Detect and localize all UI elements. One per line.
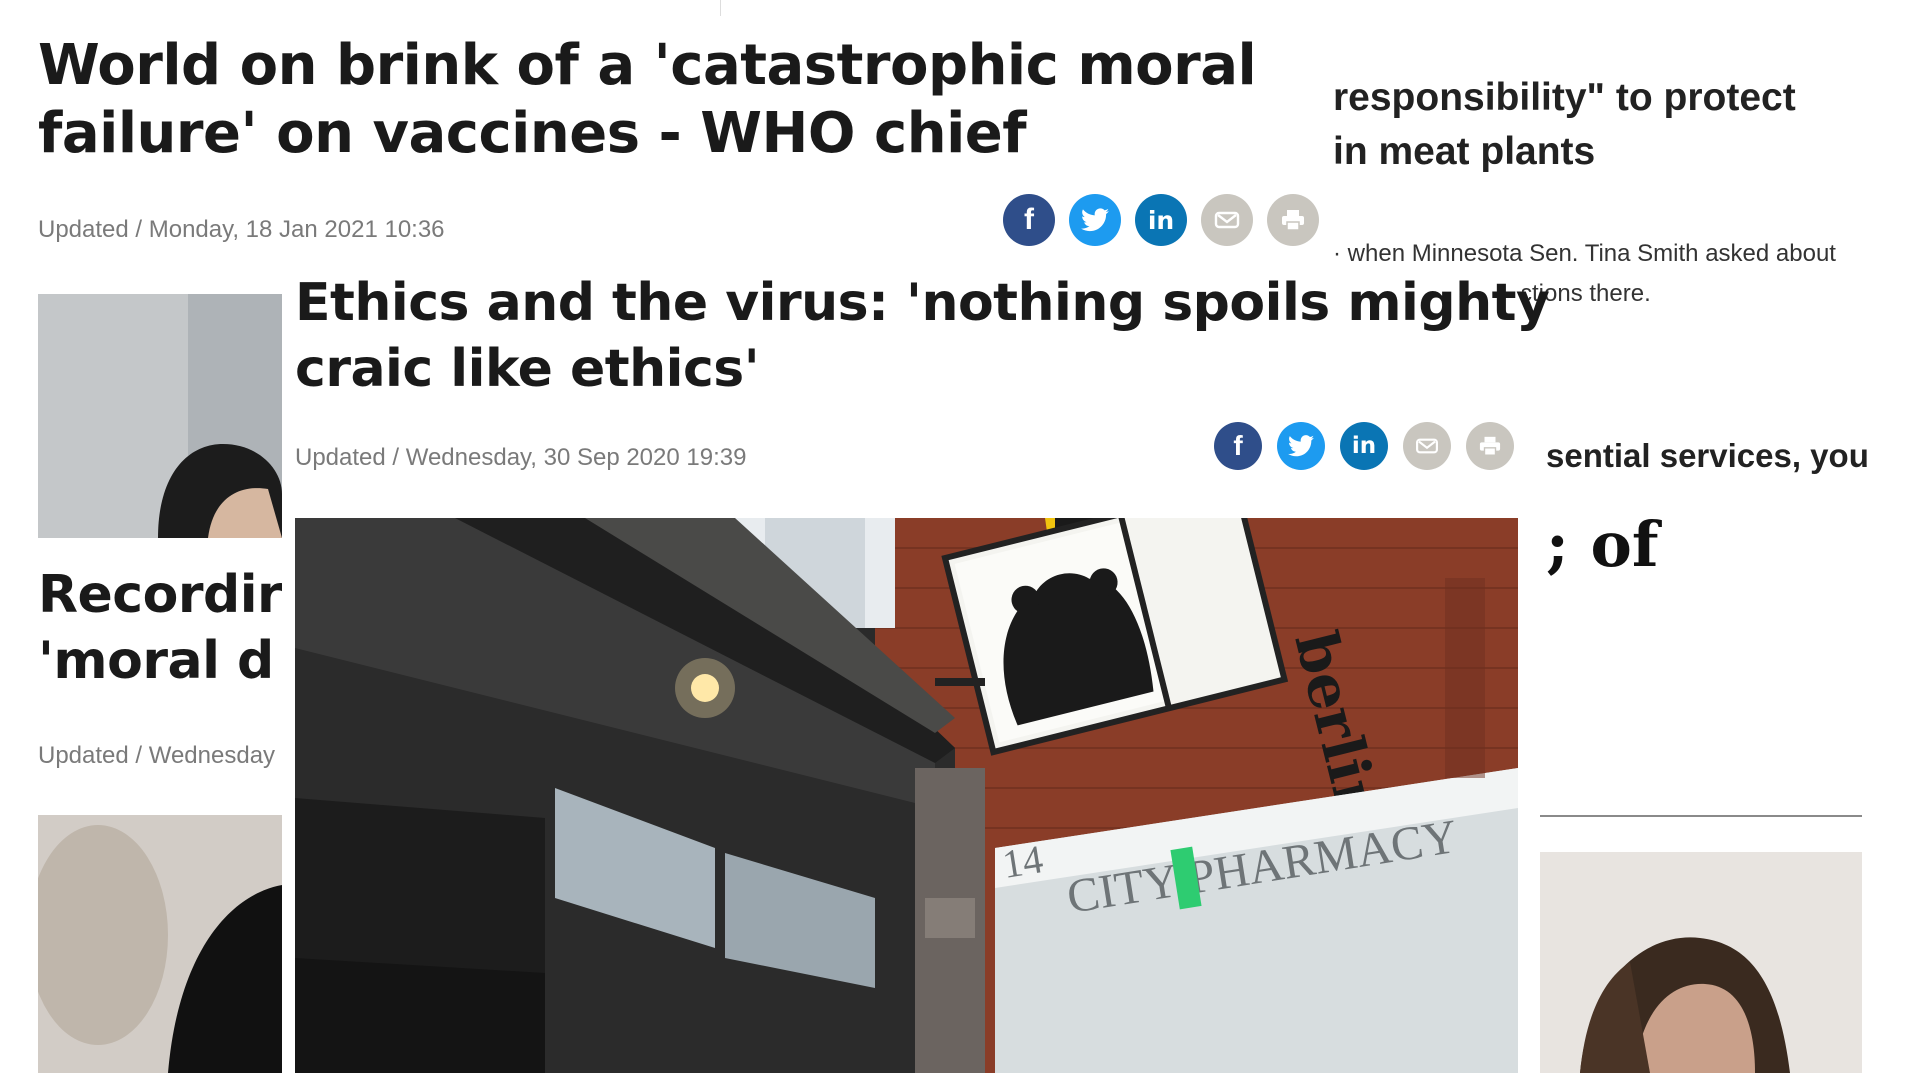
thumbnail-image [38, 815, 282, 1073]
storefront-photo: berlin CITY PHARMACY 14 [295, 518, 1518, 1073]
second-headline-line-2[interactable]: 'moral d [38, 628, 274, 694]
email-share-button[interactable] [1403, 422, 1451, 470]
facebook-share-button[interactable]: f [1003, 194, 1055, 246]
printer-icon [1282, 210, 1304, 231]
right-divider [1540, 815, 1862, 817]
article-hero-photo[interactable]: berlin CITY PHARMACY 14 [295, 518, 1518, 1073]
right-serif-line: ; of [1546, 508, 1659, 581]
portrait-image [1540, 852, 1862, 1073]
printer-icon [1479, 436, 1501, 456]
front-share-bar: f in [1214, 422, 1514, 470]
linkedin-icon: in [1147, 205, 1175, 235]
twitter-icon [1081, 208, 1109, 232]
linkedin-share-button[interactable]: in [1340, 422, 1388, 470]
email-share-button[interactable] [1201, 194, 1253, 246]
right-bold-line: sential services, you [1546, 437, 1869, 474]
right-headline-line-2: in meat plants [1333, 130, 1596, 173]
twitter-share-button[interactable] [1069, 194, 1121, 246]
second-dateline: Updated / Wednesday [38, 742, 276, 769]
back-headline-line-2[interactable]: failure' on vaccines - WHO chief [38, 100, 1027, 168]
building-number-text: 14 [999, 836, 1046, 887]
top-divider [720, 0, 721, 16]
right-portrait-thumbnail[interactable] [1540, 852, 1862, 1073]
front-dateline: Updated / Wednesday, 30 Sep 2020 19:39 [295, 444, 747, 471]
right-headline-line-1: responsibility" to protect [1333, 76, 1796, 119]
facebook-share-button[interactable]: f [1214, 422, 1262, 470]
envelope-icon [1214, 211, 1240, 229]
twitter-share-button[interactable] [1277, 422, 1325, 470]
facebook-icon: f [1233, 430, 1243, 461]
envelope-icon [1416, 438, 1438, 454]
print-button[interactable] [1466, 422, 1514, 470]
front-headline-line-2[interactable]: craic like ethics' [295, 336, 760, 402]
back-share-bar: f in [1003, 194, 1319, 246]
linkedin-icon: in [1351, 433, 1377, 459]
back-headline-line-1[interactable]: World on brink of a 'catastrophic moral [38, 32, 1257, 100]
facebook-icon: f [1024, 203, 1034, 236]
thumbnail-image [38, 294, 282, 538]
front-headline-line-1[interactable]: Ethics and the virus: 'nothing spoils mi… [295, 270, 1550, 336]
twitter-icon [1288, 435, 1314, 457]
back-dateline: Updated / Monday, 18 Jan 2021 10:36 [38, 216, 445, 243]
linkedin-share-button[interactable]: in [1135, 194, 1187, 246]
print-button[interactable] [1267, 194, 1319, 246]
front-article: Ethics and the virus: 'nothing spoils mi… [282, 262, 1550, 1073]
back-thumbnail-1[interactable] [38, 294, 282, 538]
back-thumbnail-2[interactable] [38, 815, 282, 1073]
second-headline-line-1[interactable]: Recordir [38, 562, 283, 628]
